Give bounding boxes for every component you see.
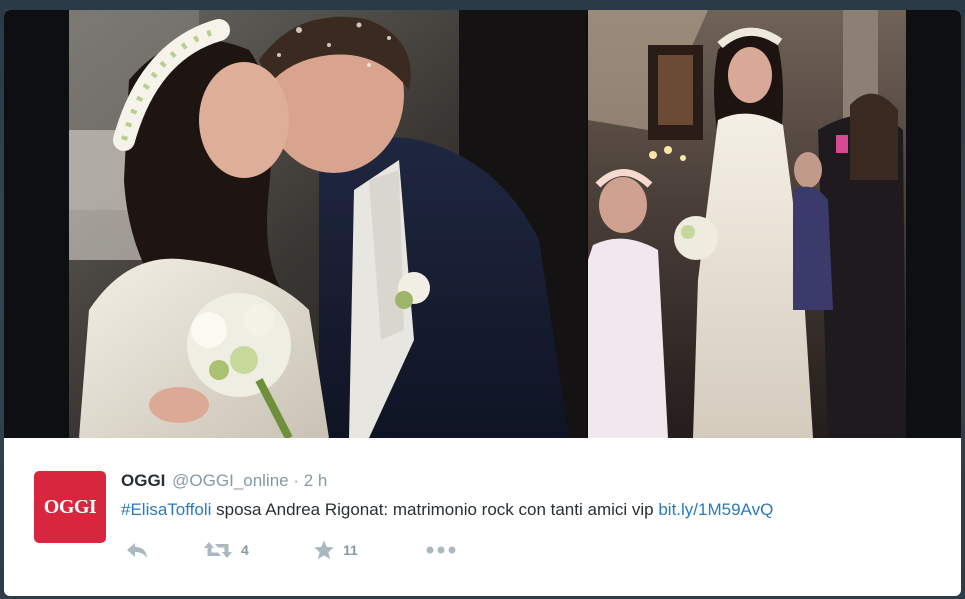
short-url-link[interactable]: bit.ly/1M59AvQ [658, 500, 773, 519]
tweet-card[interactable]: OGGI OGGI @OGGI_online · 2 h #ElisaToffo… [4, 10, 961, 596]
more-button[interactable] [426, 536, 456, 564]
tweet-actions: 4 11 [121, 536, 481, 564]
retweet-button[interactable]: 4 [203, 536, 249, 564]
star-icon [313, 539, 335, 561]
avatar-logo-text: OGGI [43, 495, 97, 518]
tweet-media[interactable] [4, 10, 961, 438]
tweet-text-body: sposa Andrea Rigonat: matrimonio rock co… [211, 500, 659, 519]
favorite-count: 11 [343, 542, 358, 558]
more-icon [426, 545, 456, 555]
retweet-count: 4 [241, 542, 249, 558]
tweet-timestamp[interactable]: 2 h [304, 471, 328, 490]
wedding-kiss-photo[interactable] [69, 10, 586, 438]
retweet-icon [203, 540, 233, 560]
hashtag-link[interactable]: #ElisaToffoli [121, 500, 211, 519]
reply-button[interactable] [125, 536, 149, 564]
account-handle[interactable]: @OGGI_online [172, 471, 288, 490]
tweet-header: OGGI @OGGI_online · 2 h [121, 471, 327, 491]
tweet-body: OGGI OGGI @OGGI_online · 2 h #ElisaToffo… [4, 438, 961, 596]
tweet-text: #ElisaToffoli sposa Andrea Rigonat: matr… [121, 500, 773, 520]
account-name[interactable]: OGGI [121, 471, 165, 490]
reply-icon [125, 540, 149, 560]
time-separator: · [288, 471, 304, 490]
avatar[interactable]: OGGI [34, 471, 106, 543]
favorite-button[interactable]: 11 [313, 536, 358, 564]
bride-walking-photo[interactable] [588, 10, 906, 438]
